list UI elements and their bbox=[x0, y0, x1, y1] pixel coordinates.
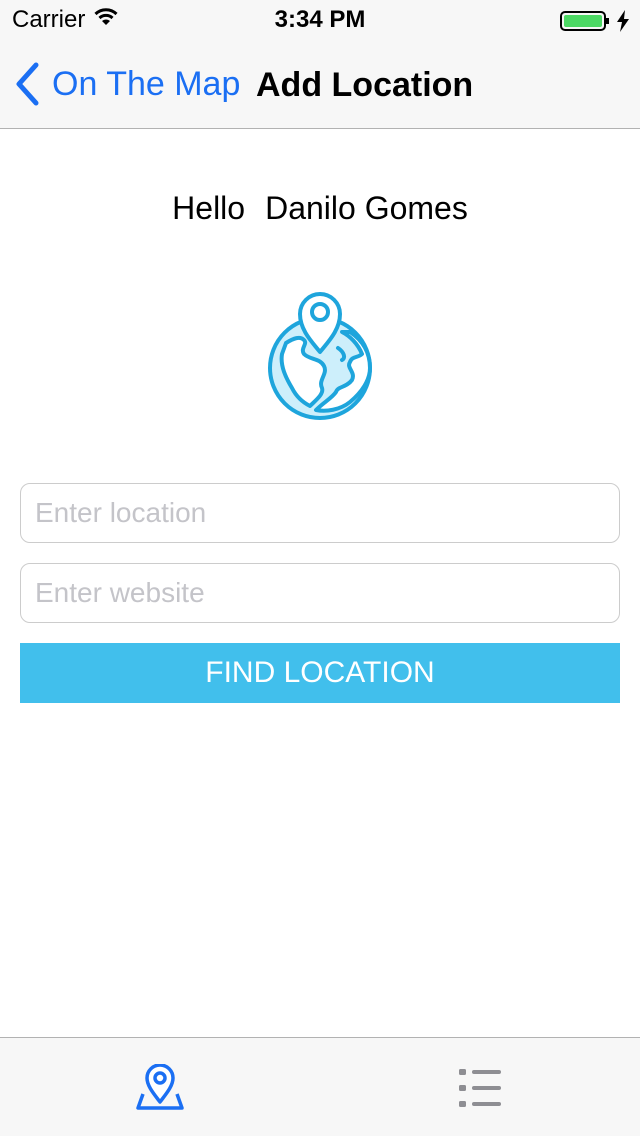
tab-bar bbox=[0, 1037, 640, 1136]
battery-icon bbox=[560, 11, 609, 31]
status-time: 3:34 PM bbox=[274, 6, 366, 33]
status-bar: Carrier 3:34 PM bbox=[0, 0, 640, 40]
navigation-bar: On The Map Add Location bbox=[0, 40, 640, 129]
greeting: Hello Danilo Gomes bbox=[0, 190, 640, 227]
list-icon bbox=[459, 1068, 501, 1107]
page-title: Add Location bbox=[256, 66, 474, 104]
battery-indicator bbox=[560, 10, 630, 32]
charging-bolt-icon bbox=[617, 10, 629, 32]
website-input[interactable] bbox=[20, 563, 620, 623]
tab-map[interactable] bbox=[0, 1038, 320, 1136]
back-button-label: On The Map bbox=[52, 64, 241, 103]
add-location-screen: Carrier 3:34 PM On The Map Add Location … bbox=[0, 0, 640, 1136]
chevron-left-icon bbox=[16, 62, 39, 106]
find-location-button[interactable]: FIND LOCATION bbox=[20, 643, 620, 703]
user-name: Danilo Gomes bbox=[265, 190, 468, 226]
greeting-word: Hello bbox=[172, 190, 246, 226]
location-input[interactable] bbox=[20, 483, 620, 543]
globe-pin-icon bbox=[266, 288, 376, 424]
tab-list[interactable] bbox=[320, 1038, 640, 1136]
back-button[interactable]: On The Map bbox=[14, 62, 240, 106]
map-pin-icon bbox=[136, 1063, 184, 1110]
